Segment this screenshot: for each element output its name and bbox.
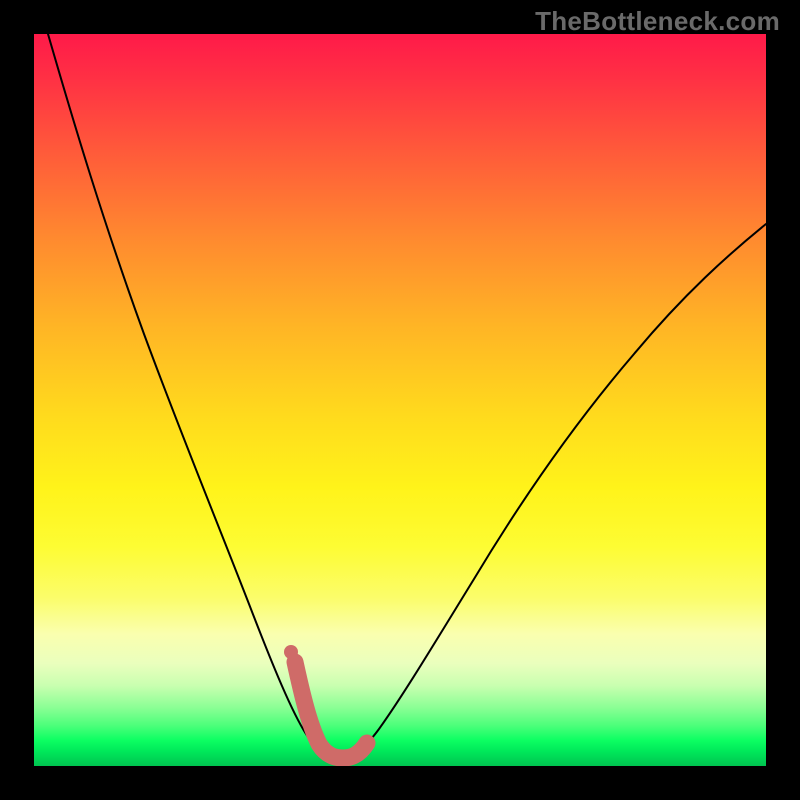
curve-marker-dot [284,645,298,659]
chart-frame: TheBottleneck.com [0,0,800,800]
trough-highlight [295,662,367,758]
bottleneck-curve [48,34,766,759]
chart-svg [34,34,766,766]
watermark-text: TheBottleneck.com [535,6,780,37]
plot-area [34,34,766,766]
